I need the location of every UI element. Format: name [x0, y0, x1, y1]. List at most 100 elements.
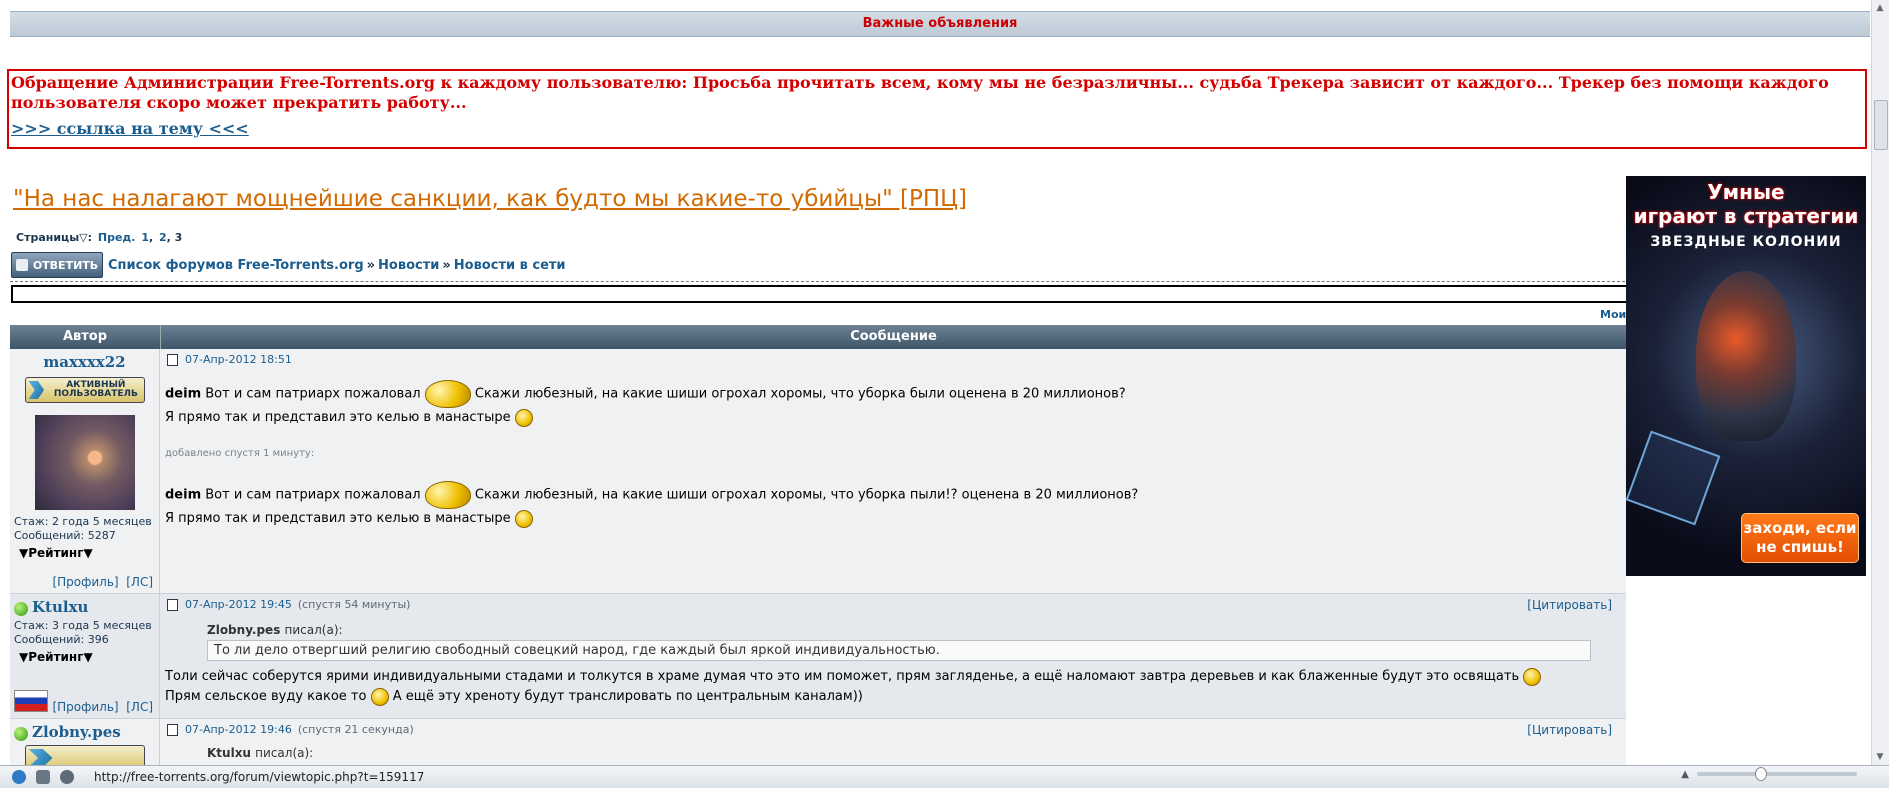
avatar [34, 415, 135, 510]
breadcrumb: ОТВЕТИТЬ Список форумов Free-Torrents.or… [11, 252, 566, 278]
my-link[interactable]: Мои [1600, 308, 1626, 321]
quote-author-name: Zlobny.pes [207, 623, 281, 637]
post-text: Прям сельское вуду какое то [165, 689, 367, 704]
quote-button[interactable]: [Цитировать] [1527, 598, 1612, 612]
profile-link[interactable]: [Профиль] [52, 700, 118, 714]
announcement-box: Обращение Администрации Free-Torrents.or… [7, 69, 1867, 149]
status-url: http://free-torrents.org/forum/viewtopic… [94, 770, 425, 784]
ad-line-2: играют в стратегии [1633, 204, 1859, 228]
speed-gauge-icon[interactable] [60, 770, 74, 784]
cloud-icon[interactable] [12, 770, 26, 784]
post-text: А ещё эту хреноту будут транслировать по… [392, 689, 863, 704]
quote-button[interactable]: [Цитировать] [1527, 723, 1612, 737]
zoom-up-icon[interactable]: ▲ [1681, 769, 1689, 780]
announcement-link[interactable]: >>> ссылка на тему <<< [11, 119, 249, 138]
author-cell: Ktulxu Стаж: 3 года 5 месяцев Сообщений:… [10, 594, 160, 718]
pagination-label: Страницы [16, 231, 80, 244]
post-header: 07-Апр-2012 19:45 (спустя 54 минуты) [165, 598, 1621, 611]
message-cell: 07-Апр-2012 18:51 deim Вот и сам патриар… [160, 349, 1626, 593]
author-stazh: Стаж: 2 года 5 месяцев [14, 515, 152, 528]
quote-box: То ли дело отвергший религию свободный с… [207, 640, 1591, 661]
post-line: deim Вот и сам патриарх пожаловал Скажи … [165, 380, 1621, 408]
reply-button[interactable]: ОТВЕТИТЬ [11, 252, 103, 278]
page-prev-link[interactable]: Пред. [98, 231, 136, 244]
grin-smile-icon [370, 687, 389, 706]
post-icon [167, 353, 178, 366]
post-date[interactable]: 07-Апр-2012 19:46 [185, 723, 292, 736]
pencil-icon [15, 259, 28, 271]
reply-label: ОТВЕТИТЬ [32, 258, 99, 272]
scroll-thumb[interactable] [1874, 100, 1888, 150]
author-name[interactable]: maxxxx22 [43, 353, 125, 371]
rating-toggle[interactable]: ▼Рейтинг▼ [19, 650, 155, 664]
quote-author: Ktulxu писал(а): [207, 746, 1621, 760]
announcements-header: Важные объявления [10, 11, 1870, 37]
post-line: Прям сельское вуду какое то А ещё эту хр… [165, 687, 1621, 707]
post-text: Скажи любезный, на какие шиши огрохал хо… [474, 487, 1139, 503]
table-row: maxxxx22 АКТИВНЫЙ ПОЛЬЗОВАТЕЛЬ Стаж: 2 г… [10, 349, 1626, 594]
post-icon [167, 723, 178, 736]
profile-link[interactable]: [Профиль] [52, 575, 118, 589]
author-name[interactable]: Ktulxu [32, 598, 88, 616]
ad-character-image [1696, 271, 1796, 441]
posts-table: Автор Сообщение maxxxx22 АКТИВНЫЙ ПОЛЬЗО… [10, 325, 1626, 780]
crumb-separator: » [366, 257, 376, 273]
toolbar-bar[interactable] [11, 285, 1629, 303]
crumb-separator: » [442, 257, 451, 273]
pm-link[interactable]: [ЛС] [126, 700, 153, 714]
topic-title[interactable]: "На нас налагают мощнейшие санкции, как … [13, 186, 967, 212]
author-links: [Профиль] [ЛС] [52, 700, 153, 714]
country-flag-icon [14, 690, 48, 712]
online-status-icon [14, 727, 28, 741]
post-text: Я прямо так и представил это келью в ман… [165, 410, 511, 425]
rating-toggle[interactable]: ▼Рейтинг▼ [19, 546, 155, 560]
post-delta: (спустя 54 минуты) [297, 598, 411, 611]
post-text: Вот и сам патриарх пожаловал [205, 487, 421, 503]
ad-cta-button[interactable]: заходи, если не спишь! [1741, 513, 1859, 563]
page-current: 3 [174, 231, 183, 244]
pm-link[interactable]: [ЛС] [126, 575, 153, 589]
post-line: deim Вот и сам патриарх пожаловал Скажи … [165, 481, 1621, 509]
ad-line-1: Умные [1707, 180, 1785, 204]
crumb-news[interactable]: Новости [378, 258, 439, 273]
ad-banner[interactable]: Умные играют в стратегии ЗВЕЗДНЫЕ КОЛОНИИ… [1626, 176, 1866, 576]
post-line: Я прямо так и представил это келью в ман… [165, 408, 1621, 428]
page-link-2[interactable]: 2 [159, 231, 167, 244]
author-cell: maxxxx22 АКТИВНЫЙ ПОЛЬЗОВАТЕЛЬ Стаж: 2 г… [10, 349, 160, 593]
post-delta: (спустя 21 секунда) [297, 723, 414, 736]
ad-cube-image [1626, 430, 1721, 526]
author-stazh: Стаж: 3 года 5 месяцев [14, 619, 152, 632]
zoom-knob[interactable] [1755, 767, 1767, 781]
col-message: Сообщение [850, 329, 937, 344]
author-messages: Сообщений: 5287 [14, 529, 116, 542]
page-link-1[interactable]: 1 [141, 231, 149, 244]
ad-headline: Умные играют в стратегии [1626, 180, 1866, 228]
grin-smile-icon [514, 509, 533, 528]
ad-cta-line-1: заходи, если [1743, 519, 1857, 537]
post-text: Скажи любезный, на какие шиши огрохал хо… [474, 386, 1126, 402]
chevron-down-icon[interactable]: ▽ [79, 231, 87, 244]
scroll-down-icon[interactable]: ▼ [1874, 751, 1886, 763]
quote-author: Zlobny.pes писал(а): [207, 623, 1621, 637]
added-note: добавлено спустя 1 минуту: [165, 448, 315, 459]
quote-wrote: писал(а): [284, 623, 343, 637]
col-author: Автор [10, 325, 161, 349]
author-name[interactable]: Zlobny.pes [32, 723, 121, 741]
table-row: Ktulxu Стаж: 3 года 5 месяцев Сообщений:… [10, 594, 1626, 719]
announcement-text: Обращение Администрации Free-Torrents.or… [11, 73, 1829, 112]
post-text: Я прямо так и представил это келью в ман… [165, 511, 511, 526]
zoom-slider[interactable] [1697, 767, 1857, 781]
post-text: Толи сейчас соберутся ярими индивидуальн… [165, 669, 1520, 684]
grin-smile-icon [1523, 667, 1542, 686]
crumb-forum-list[interactable]: Список форумов Free-Torrents.org [108, 258, 364, 273]
scroll-up-icon[interactable]: ▲ [1874, 2, 1886, 14]
crumb-news-web[interactable]: Новости в сети [454, 258, 566, 273]
post-date[interactable]: 07-Апр-2012 19:45 [185, 598, 292, 611]
share-icon[interactable] [36, 770, 50, 784]
status-bar: http://free-torrents.org/forum/viewtopic… [0, 765, 1889, 788]
author-links: [Профиль] [ЛС] [52, 575, 153, 589]
post-text: Вот и сам патриарх пожаловал [205, 386, 421, 402]
post-date[interactable]: 07-Апр-2012 18:51 [185, 353, 292, 366]
quote-wrote: писал(а): [255, 746, 314, 760]
page-scrollbar[interactable]: ▲ ▼ [1871, 0, 1889, 765]
